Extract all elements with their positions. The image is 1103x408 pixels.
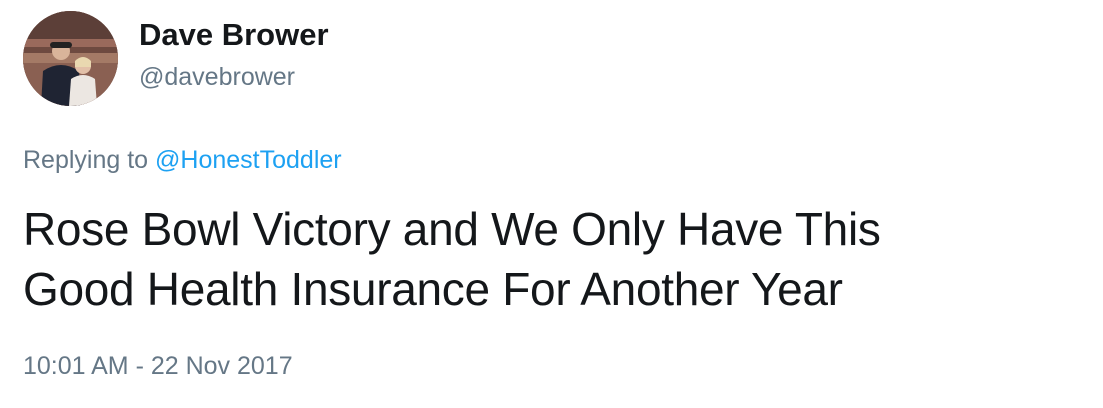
tweet-text-line-1: Rose Bowl Victory and We Only Have This — [23, 203, 881, 255]
author-handle[interactable]: @davebrower — [139, 63, 295, 92]
author-display-name[interactable]: Dave Brower — [139, 17, 329, 53]
reply-mention-link[interactable]: @HonestToddler — [155, 146, 342, 174]
reply-context: Replying to @HonestToddler — [23, 146, 342, 175]
tweet-text: Rose Bowl Victory and We Only Have This … — [23, 199, 1088, 319]
tweet-card: Dave Brower @davebrower Replying to @Hon… — [0, 0, 1103, 408]
profile-photo-icon — [23, 11, 118, 106]
avatar[interactable] — [23, 11, 118, 106]
replying-to-label: Replying to — [23, 146, 156, 174]
tweet-text-line-2: Good Health Insurance For Another Year — [23, 263, 843, 315]
tweet-timestamp[interactable]: 10:01 AM - 22 Nov 2017 — [23, 352, 293, 381]
